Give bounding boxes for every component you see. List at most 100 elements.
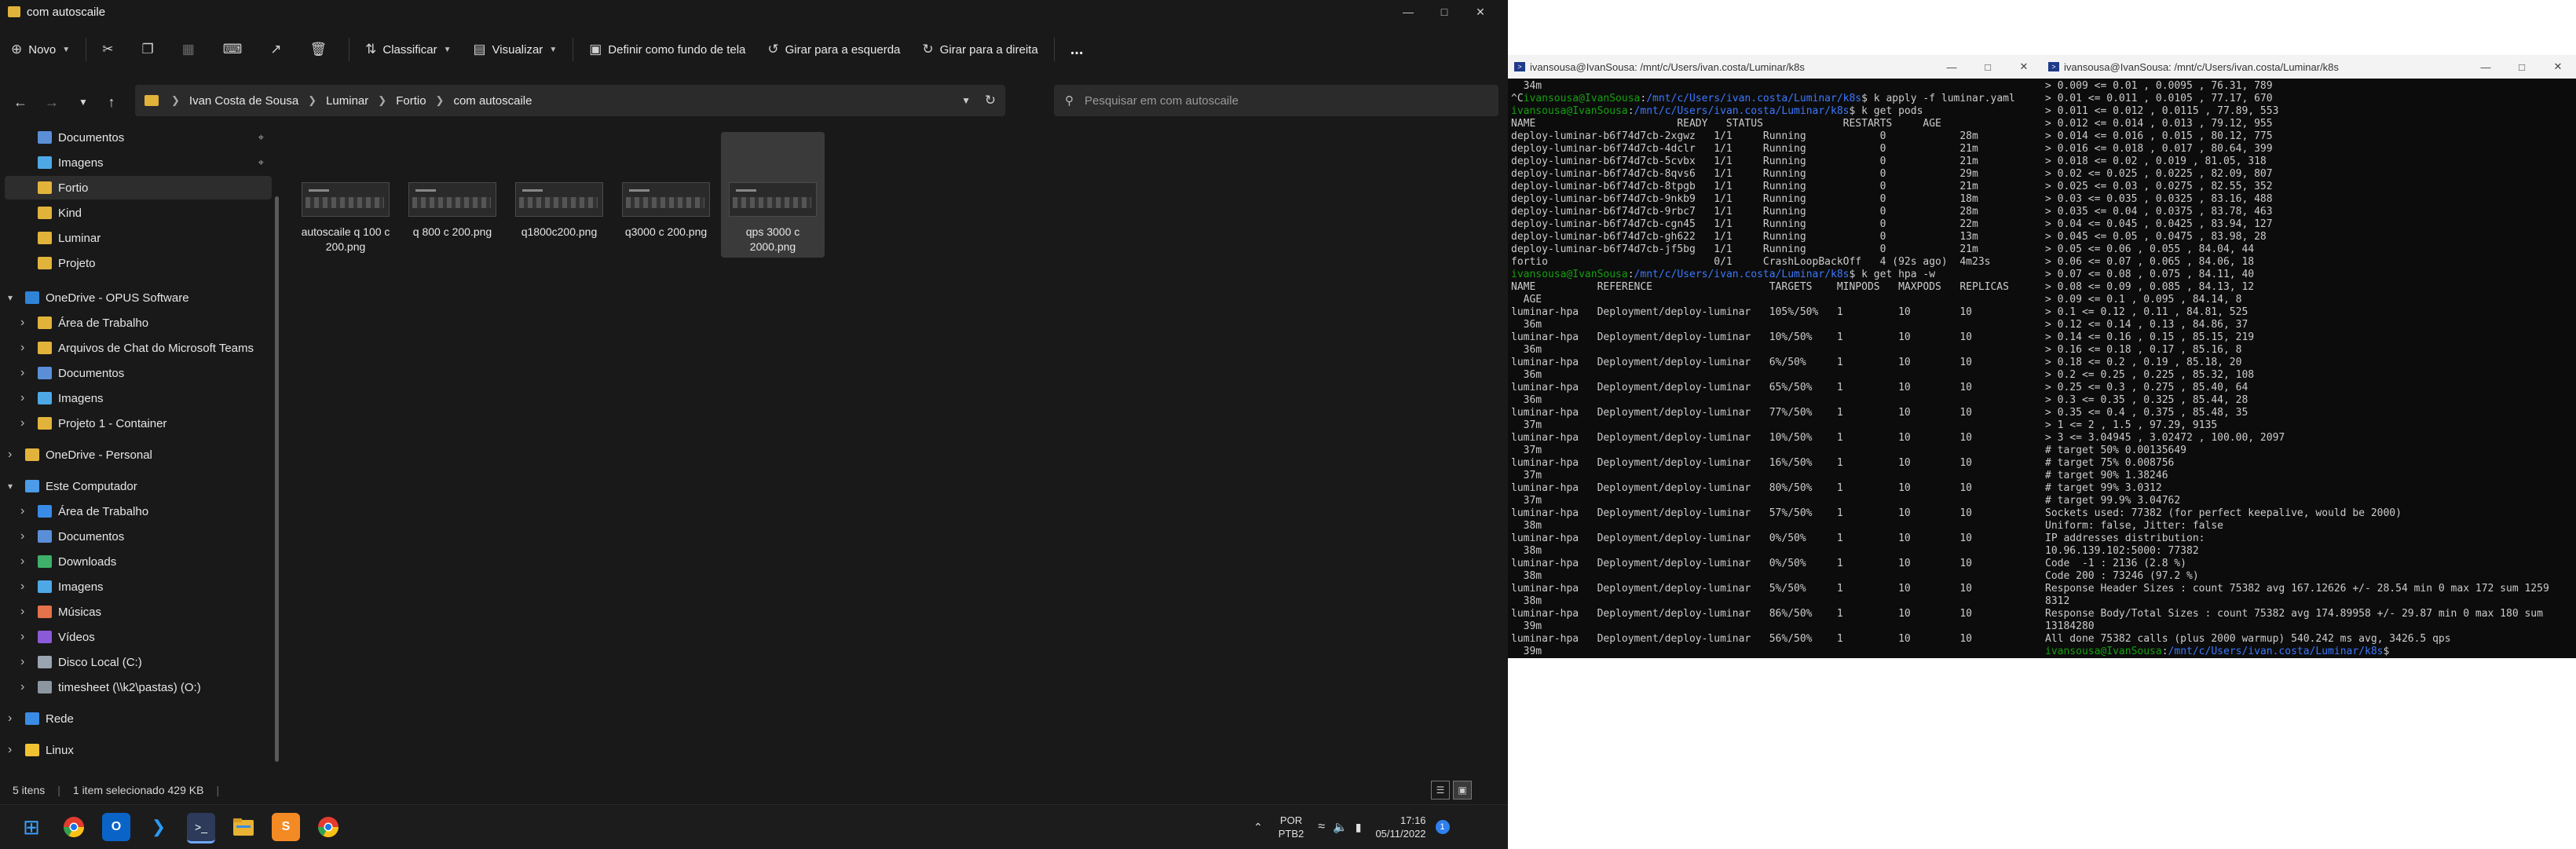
chevron-down-icon[interactable]: ▾: [8, 292, 13, 303]
sidebar-item[interactable]: ▾ Este Computador: [5, 474, 272, 498]
sidebar-item[interactable]: › Área de Trabalho: [5, 311, 272, 335]
chevron-right-icon[interactable]: ›: [8, 743, 12, 757]
chevron-right-icon[interactable]: ›: [20, 391, 24, 405]
rename-button[interactable]: ⌨: [212, 34, 260, 65]
breadcrumb-item[interactable]: Luminar: [326, 94, 368, 108]
chevron-right-icon[interactable]: ›: [8, 448, 12, 462]
sidebar-item[interactable]: › timesheet (\\k2\pastas) (O:): [5, 675, 272, 699]
refresh-icon[interactable]: ↻: [985, 93, 996, 108]
minimize-icon[interactable]: —: [1934, 55, 1970, 79]
terminal-output[interactable]: > 0.009 <= 0.01 , 0.0095 , 76.31, 789 > 0…: [2042, 79, 2576, 658]
chevron-right-icon[interactable]: ›: [20, 580, 24, 594]
chrome-icon[interactable]: [314, 813, 342, 841]
maximize-icon[interactable]: □: [1426, 0, 1462, 24]
sidebar-item[interactable]: › Documentos: [5, 525, 272, 548]
sidebar-item[interactable]: Projeto: [5, 251, 272, 275]
maximize-icon[interactable]: □: [1970, 55, 2006, 79]
minimize-icon[interactable]: —: [1390, 0, 1426, 24]
chevron-right-icon[interactable]: ›: [20, 504, 24, 518]
outlook-icon[interactable]: O: [102, 813, 130, 841]
sidebar-item[interactable]: Kind: [5, 201, 272, 225]
terminal-window-hpa[interactable]: > ivansousa@IvanSousa: /mnt/c/Users/ivan…: [1508, 55, 2042, 658]
volume-icon[interactable]: 🔈: [1333, 820, 1348, 834]
language-indicator[interactable]: POR PTB2: [1279, 814, 1304, 840]
sidebar-item[interactable]: Fortio: [5, 176, 272, 199]
view-button[interactable]: ▤ Visualizar ▼: [462, 34, 568, 65]
vscode-icon[interactable]: ❯: [145, 813, 173, 841]
sidebar-item[interactable]: › Imagens: [5, 575, 272, 598]
chevron-right-icon[interactable]: ›: [20, 630, 24, 644]
copy-button[interactable]: ❐: [130, 34, 170, 65]
breadcrumb-item[interactable]: Fortio: [396, 94, 426, 108]
close-icon[interactable]: ✕: [2540, 55, 2576, 79]
maximize-icon[interactable]: □: [2504, 55, 2540, 79]
chevron-down-icon[interactable]: ▼: [72, 91, 94, 113]
chevron-right-icon[interactable]: ›: [20, 554, 24, 569]
chevron-right-icon[interactable]: ›: [20, 366, 24, 380]
chevron-right-icon[interactable]: ›: [20, 316, 24, 330]
chevron-right-icon[interactable]: ›: [8, 712, 12, 726]
chevron-right-icon[interactable]: ›: [20, 605, 24, 619]
file-item[interactable]: q1800c200.png: [507, 132, 611, 258]
back-arrow-icon[interactable]: ←: [9, 91, 31, 113]
chevron-right-icon[interactable]: ›: [20, 416, 24, 430]
battery-icon[interactable]: ▮: [1356, 821, 1362, 834]
sidebar-item[interactable]: › Projeto 1 - Container: [5, 412, 272, 435]
set-wallpaper-button[interactable]: ▣ Definir como fundo de tela: [578, 34, 756, 65]
sidebar-item[interactable]: Documentos ⌖: [5, 126, 272, 149]
chevron-right-icon[interactable]: ›: [20, 680, 24, 694]
sidebar-scrollbar[interactable]: [275, 196, 279, 762]
file-item[interactable]: qps 3000 c 2000.png: [721, 132, 825, 258]
chrome-icon[interactable]: [60, 813, 88, 841]
rotate-left-button[interactable]: ↺ Girar para a esquerda: [756, 34, 911, 65]
terminal-window-fortio[interactable]: > ivansousa@IvanSousa: /mnt/c/Users/ivan…: [2042, 55, 2576, 658]
close-icon[interactable]: ✕: [1462, 0, 1498, 24]
sidebar-item[interactable]: › Arquivos de Chat do Microsoft Teams: [5, 336, 272, 360]
file-item[interactable]: autoscaile q 100 c 200.png: [294, 132, 397, 258]
cut-button[interactable]: ✂: [91, 34, 130, 65]
terminal-icon[interactable]: >_: [187, 813, 215, 844]
chevron-right-icon[interactable]: ›: [20, 655, 24, 669]
close-icon[interactable]: ✕: [2006, 55, 2042, 79]
paste-button[interactable]: ▦: [171, 34, 212, 65]
sidebar-item[interactable]: › Músicas: [5, 600, 272, 624]
sidebar-item[interactable]: › Vídeos: [5, 625, 272, 649]
terminal-output[interactable]: 34m ^Civansousa@IvanSousa:/mnt/c/Users/iv…: [1508, 79, 2042, 658]
sidebar-item[interactable]: › Área de Trabalho: [5, 500, 272, 523]
delete-button[interactable]: 🗑: [299, 34, 345, 65]
chevron-right-icon[interactable]: ›: [20, 341, 24, 355]
file-item[interactable]: q 800 c 200.png: [401, 132, 504, 258]
address-bar[interactable]: ❯ Ivan Costa de Sousa ❯ Luminar ❯ Fortio…: [135, 85, 1005, 116]
notification-badge[interactable]: 1: [1435, 820, 1450, 834]
share-button[interactable]: ↗: [259, 34, 298, 65]
sidebar-item[interactable]: › Linux: [5, 738, 272, 762]
wifi-icon[interactable]: ≈: [1318, 820, 1325, 834]
sidebar-item[interactable]: › Disco Local (C:): [5, 650, 272, 674]
minimize-icon[interactable]: —: [2468, 55, 2504, 79]
sidebar-item[interactable]: Imagens ⌖: [5, 151, 272, 174]
chevron-down-icon[interactable]: ▾: [8, 481, 13, 492]
rotate-right-button[interactable]: ↻ Girar para a direita: [911, 34, 1048, 65]
new-button[interactable]: ⊕ Novo ▼: [0, 34, 81, 65]
sidebar-item[interactable]: › Documentos: [5, 361, 272, 385]
sidebar-item[interactable]: ▾ OneDrive - OPUS Software: [5, 286, 272, 309]
breadcrumb-item[interactable]: com autoscaile: [453, 94, 532, 108]
more-button[interactable]: ...: [1059, 34, 1095, 65]
search-input[interactable]: [1083, 93, 1479, 108]
sidebar-item[interactable]: › Downloads: [5, 550, 272, 573]
up-arrow-icon[interactable]: ↑: [101, 91, 123, 113]
details-view-icon[interactable]: ☰: [1431, 781, 1450, 800]
sidebar-item[interactable]: › Imagens: [5, 386, 272, 410]
sidebar-item[interactable]: › Rede: [5, 707, 272, 730]
file-explorer-icon[interactable]: [229, 813, 258, 841]
file-item[interactable]: q3000 c 200.png: [614, 132, 718, 258]
breadcrumb-item[interactable]: Ivan Costa de Sousa: [189, 94, 298, 108]
clock[interactable]: 17:16 05/11/2022: [1375, 814, 1425, 840]
forward-arrow-icon[interactable]: →: [41, 91, 63, 113]
chevron-right-icon[interactable]: ›: [20, 529, 24, 543]
sort-button[interactable]: ⇅ Classificar ▼: [354, 34, 462, 65]
windows-start-icon[interactable]: ⊞: [17, 813, 46, 841]
search-box[interactable]: ⚲: [1054, 85, 1498, 116]
chevron-down-icon[interactable]: ▼: [961, 95, 971, 106]
sublime-icon[interactable]: S: [272, 813, 300, 841]
